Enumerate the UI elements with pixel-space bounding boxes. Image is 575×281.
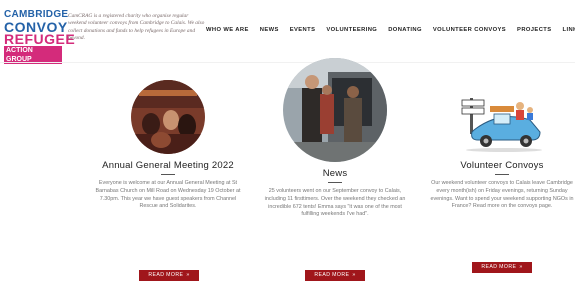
convoys-read-more-label: READ MORE — [481, 264, 516, 270]
site-logo[interactable]: CAMBRIDGE CONVOY REFUGEE ACTION GROUP — [4, 9, 62, 64]
agm-text: Everyone is welcome at our Annual Genera… — [93, 180, 243, 211]
nav-item-projects[interactable]: PROJECTS — [517, 27, 551, 39]
news-column: News 25 volunteers went on our September… — [260, 80, 410, 219]
agm-read-more-arrow-icon: » — [186, 272, 189, 278]
agm-title: Annual General Meeting 2022 — [93, 160, 243, 171]
news-photo[interactable] — [282, 58, 388, 162]
news-text: 25 volunteers went on our September conv… — [260, 188, 410, 219]
site-header: CAMBRIDGE CONVOY REFUGEE ACTION GROUP Ca… — [0, 0, 575, 63]
news-title: News — [260, 168, 410, 179]
nav-item-volunteering[interactable]: VOLUNTEERING — [326, 27, 377, 39]
agm-photo[interactable] — [131, 80, 205, 154]
convoys-illustration[interactable] — [460, 80, 544, 154]
nav-item-who-we-are[interactable]: WHO WE ARE — [206, 27, 249, 39]
convoys-read-more-button[interactable]: READ MORE» — [472, 262, 532, 273]
site-tagline: CamCRAG is a registered charity who orga… — [68, 13, 206, 43]
news-title-rule — [328, 182, 342, 183]
convoys-read-more-arrow-icon: » — [519, 264, 522, 270]
convoys-title: Volunteer Convoys — [427, 160, 575, 171]
nav-item-events[interactable]: EVENTS — [290, 27, 316, 39]
news-read-more-button[interactable]: READ MORE» — [305, 270, 365, 281]
news-read-more-arrow-icon: » — [352, 272, 355, 278]
nav-item-links[interactable]: LINKS — [563, 27, 575, 39]
convoys-text: Our weekend volunteer convoys to Calais … — [427, 180, 575, 211]
agm-title-rule — [161, 174, 175, 175]
news-read-more-label: READ MORE — [314, 272, 349, 278]
nav-item-news[interactable]: NEWS — [260, 27, 279, 39]
main-nav: WHO WE ARE NEWS EVENTS VOLUNTEERING DONA… — [206, 27, 575, 39]
nav-item-volunteer-convoys[interactable]: VOLUNTEER CONVOYS — [433, 27, 506, 39]
convoys-column: Volunteer Convoys Our weekend volunteer … — [427, 80, 575, 211]
agm-column: Annual General Meeting 2022 Everyone is … — [93, 80, 243, 211]
nav-item-donating[interactable]: DONATING — [388, 27, 422, 39]
logo-refugee-text: REFUGEE — [4, 33, 62, 45]
convoys-title-rule — [495, 174, 509, 175]
agm-read-more-label: READ MORE — [148, 272, 183, 278]
agm-read-more-button[interactable]: READ MORE» — [139, 270, 199, 281]
